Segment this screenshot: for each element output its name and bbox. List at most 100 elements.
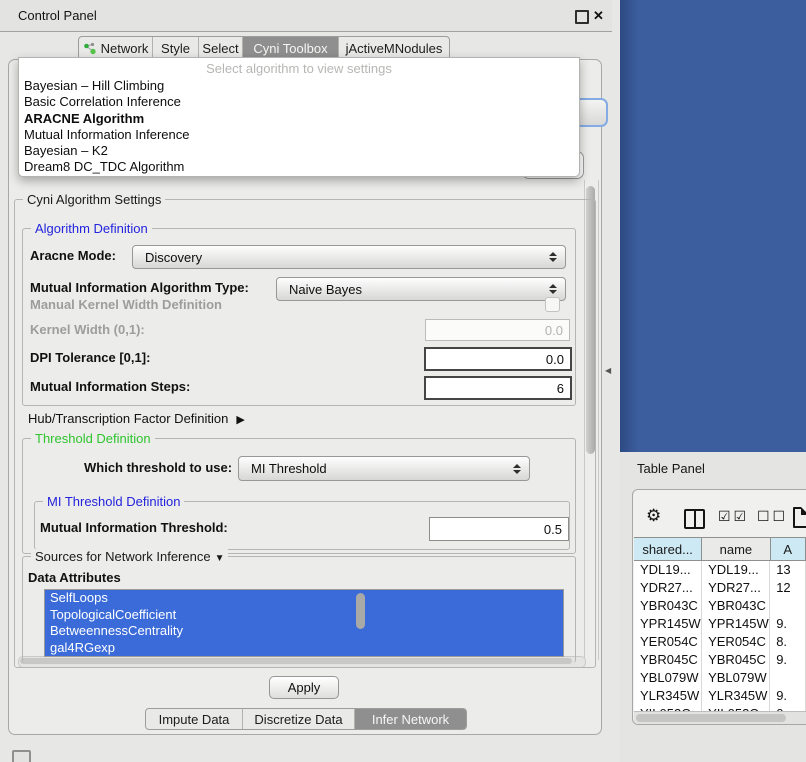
algorithm-option[interactable]: Mutual Information Inference bbox=[24, 127, 574, 143]
data-attributes-list[interactable]: SelfLoopsTopologicalCoefficientBetweenne… bbox=[44, 589, 564, 657]
dpi-tolerance-label: DPI Tolerance [0,1]: bbox=[30, 350, 150, 366]
mi-steps-value: 6 bbox=[557, 381, 564, 396]
tab-network[interactable]: Network bbox=[79, 37, 153, 59]
table-cell: YBR045C bbox=[702, 651, 770, 669]
which-threshold-select[interactable]: MI Threshold bbox=[238, 456, 530, 481]
table-cell bbox=[770, 597, 806, 615]
attributes-list-scrollbar-thumb[interactable] bbox=[356, 593, 365, 629]
cyni-bottom-tabstrip: Impute Data Discretize Data Infer Network bbox=[145, 708, 467, 730]
algorithm-option[interactable]: Bayesian – K2 bbox=[24, 143, 574, 159]
mi-threshold-field[interactable]: 0.5 bbox=[429, 517, 569, 541]
tab-label: Cyni Toolbox bbox=[253, 41, 327, 56]
algorithm-option[interactable]: Dream8 DC_TDC Algorithm bbox=[24, 159, 574, 175]
sources-group-title: Sources for Network Inference▼ bbox=[31, 549, 228, 564]
show-columns-icon[interactable] bbox=[684, 509, 705, 529]
algorithm-popup-placeholder: Select algorithm to view settings bbox=[19, 61, 579, 76]
mi-algorithm-type-value: Naive Bayes bbox=[289, 282, 548, 297]
table-cell: YLR345W bbox=[634, 687, 702, 705]
table-column-header[interactable]: A bbox=[771, 538, 806, 560]
table-row[interactable]: YBL079WYBL079W bbox=[634, 669, 806, 687]
tab-impute-data[interactable]: Impute Data bbox=[146, 709, 243, 729]
table-cell: YBL079W bbox=[702, 669, 770, 687]
mi-threshold-label: Mutual Information Threshold: bbox=[40, 520, 228, 536]
table-cell: YER054C bbox=[702, 633, 770, 651]
algorithm-option[interactable]: Bayesian – Hill Climbing bbox=[24, 78, 574, 94]
table-row[interactable]: YLR345WYLR345W9. bbox=[634, 687, 806, 705]
table-panel-title: Table Panel bbox=[637, 461, 705, 476]
table-panel-section: Table Panel ⚙ ☑☑ ☐☐ shared...nameA YDL19… bbox=[620, 452, 806, 762]
manual-kernel-width-checkbox[interactable] bbox=[545, 297, 560, 312]
data-attribute-item[interactable]: gal4RGexp bbox=[45, 640, 563, 657]
table-horizontal-scrollbar[interactable] bbox=[634, 711, 806, 724]
aracne-mode-label: Aracne Mode: bbox=[30, 248, 116, 264]
table-horizontal-scrollbar-thumb[interactable] bbox=[636, 714, 786, 722]
float-window-icon[interactable] bbox=[575, 10, 589, 24]
combo-arrows-icon bbox=[548, 284, 557, 294]
tab-label: jActiveMNodules bbox=[346, 41, 443, 56]
minimized-panel-icon[interactable] bbox=[12, 750, 31, 762]
splitter-collapse-icon[interactable]: ◀ bbox=[605, 366, 611, 375]
network-view-frame: GALGAL80GAL10GAL1GAL11SWI4GAL4GCY1HAP4YH… bbox=[620, 0, 806, 452]
data-attribute-item[interactable]: TopologicalCoefficient bbox=[45, 607, 563, 624]
collapsed-arrow-icon[interactable]: ▶ bbox=[236, 414, 244, 426]
tab-label: Impute Data bbox=[159, 712, 230, 727]
apply-button-label: Apply bbox=[288, 680, 321, 695]
table-row[interactable]: YDR27...YDR27...12 bbox=[634, 579, 806, 597]
algorithm-dropdown-popup: Select algorithm to view settings Bayesi… bbox=[18, 57, 580, 177]
data-attribute-item[interactable]: BetweennessCentrality bbox=[45, 623, 563, 640]
table-cell: YBR043C bbox=[634, 597, 702, 615]
tab-style[interactable]: Style bbox=[153, 37, 199, 59]
dpi-tolerance-value: 0.0 bbox=[546, 352, 564, 367]
table-cell: YDR27... bbox=[634, 579, 702, 597]
kernel-width-field[interactable]: 0.0 bbox=[425, 319, 570, 341]
export-table-icon[interactable] bbox=[793, 507, 806, 528]
node-table: shared...nameA YDL19...YDL19...13YDR27..… bbox=[634, 537, 806, 713]
combo-arrows-icon bbox=[512, 464, 521, 474]
apply-button[interactable]: Apply bbox=[269, 676, 339, 699]
dpi-tolerance-field[interactable]: 0.0 bbox=[424, 347, 572, 371]
select-all-columns-icon[interactable]: ☑☑ bbox=[718, 508, 749, 525]
table-cell: YLR345W bbox=[702, 687, 770, 705]
tab-label: Select bbox=[202, 41, 238, 56]
close-icon[interactable]: ✕ bbox=[593, 0, 604, 31]
hub-definition-toggle[interactable]: Hub/Transcription Factor Definition▶ bbox=[28, 411, 245, 427]
unselect-all-columns-icon[interactable]: ☐☐ bbox=[757, 508, 788, 525]
table-cell: YPR145W bbox=[634, 615, 702, 633]
table-column-header[interactable]: name bbox=[702, 538, 770, 560]
tab-label: Discretize Data bbox=[254, 712, 342, 727]
table-cell: YDL19... bbox=[634, 561, 702, 579]
mi-algorithm-type-label: Mutual Information Algorithm Type: bbox=[30, 280, 249, 296]
algorithm-option[interactable]: ARACNE Algorithm bbox=[24, 111, 574, 127]
table-row[interactable]: YER054CYER054C8. bbox=[634, 633, 806, 651]
table-cell: 13 bbox=[770, 561, 806, 579]
tab-discretize-data[interactable]: Discretize Data bbox=[243, 709, 355, 729]
table-body: YDL19...YDL19...13YDR27...YDR27...12YBR0… bbox=[634, 561, 806, 713]
tab-infer-network[interactable]: Infer Network bbox=[355, 709, 466, 729]
table-row[interactable]: YDL19...YDL19...13 bbox=[634, 561, 806, 579]
table-row[interactable]: YBR043CYBR043C bbox=[634, 597, 806, 615]
algorithm-option[interactable]: Basic Correlation Inference bbox=[24, 94, 574, 110]
table-cell: 9. bbox=[770, 687, 806, 705]
expanded-arrow-icon[interactable]: ▼ bbox=[215, 553, 225, 564]
mi-threshold-value: 0.5 bbox=[544, 522, 562, 537]
threshold-definition-title: Threshold Definition bbox=[31, 431, 155, 446]
tab-label: Infer Network bbox=[372, 712, 449, 727]
control-panel-window: Control Panel ✕ NetworkStyleSelect Cyni T… bbox=[0, 0, 612, 737]
table-row[interactable]: YPR145WYPR145W9. bbox=[634, 615, 806, 633]
mi-algorithm-type-select[interactable]: Naive Bayes bbox=[276, 277, 566, 301]
tab-jactivemnodules[interactable]: jActiveMNodules bbox=[339, 37, 449, 59]
table-column-header[interactable]: shared... bbox=[634, 538, 702, 560]
tab-select[interactable]: Select bbox=[199, 37, 243, 59]
mi-threshold-definition-title: MI Threshold Definition bbox=[43, 494, 184, 509]
aracne-mode-select[interactable]: Discovery bbox=[132, 245, 566, 269]
data-attribute-item[interactable]: SelfLoops bbox=[45, 590, 563, 607]
mi-steps-field[interactable]: 6 bbox=[424, 376, 572, 400]
table-settings-gear-icon[interactable]: ⚙ bbox=[646, 507, 661, 524]
table-header-row: shared...nameA bbox=[634, 537, 806, 561]
table-row[interactable]: YBR045CYBR045C9. bbox=[634, 651, 806, 669]
which-threshold-label: Which threshold to use: bbox=[84, 460, 232, 476]
tab-cyni-toolbox[interactable]: Cyni Toolbox bbox=[243, 37, 339, 59]
which-threshold-value: MI Threshold bbox=[251, 461, 512, 476]
table-cell: 12 bbox=[770, 579, 806, 597]
control-panel-header: Control Panel ✕ bbox=[0, 0, 612, 32]
